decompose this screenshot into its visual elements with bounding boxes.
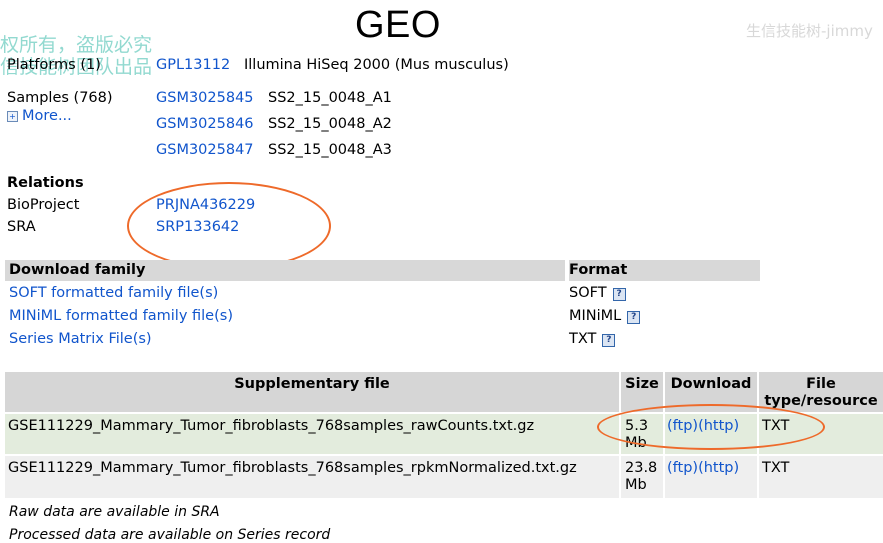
relations-heading: Relations: [7, 175, 84, 191]
more-link[interactable]: More...: [22, 108, 72, 124]
page-title: GEO: [355, 4, 441, 46]
sample-link[interactable]: GSM3025845: [156, 90, 254, 106]
file-type: TXT: [759, 414, 883, 454]
sra-label: SRA: [7, 219, 36, 235]
sample-description: SS2_15_0048_A2: [268, 116, 392, 132]
format-column-header: Format: [569, 262, 628, 278]
platforms-label: Platforms (1): [7, 57, 101, 73]
download-family-header: Download family Format: [5, 260, 760, 281]
processed-data-note: Processed data are available on Series r…: [9, 527, 331, 543]
format-value: TXT: [569, 331, 597, 347]
download-family-column-header: Download family: [9, 262, 146, 278]
soft-family-link[interactable]: SOFT formatted family file(s): [9, 285, 218, 301]
supplementary-header: Supplementary file Size Download File ty…: [5, 372, 883, 412]
watermark-right: 生信技能树-jimmy: [746, 22, 873, 40]
miniml-family-link[interactable]: MINiML formatted family file(s): [9, 308, 233, 324]
series-matrix-link[interactable]: Series Matrix File(s): [9, 331, 152, 347]
bioproject-link[interactable]: PRJNA436229: [156, 197, 255, 213]
file-size: 23.8 Mb: [621, 456, 663, 498]
raw-data-note: Raw data are available in SRA: [9, 504, 220, 520]
table-row: Series Matrix File(s) TXT?: [5, 329, 760, 350]
sample-description: SS2_15_0048_A3: [268, 142, 392, 158]
download-column-header: Download: [665, 372, 757, 412]
supplementary-file-column-header: Supplementary file: [5, 372, 619, 412]
supplementary-file-name: GSE111229_Mammary_Tumor_fibroblasts_768s…: [5, 414, 619, 454]
sra-link[interactable]: SRP133642: [156, 219, 239, 235]
supplementary-file-name: GSE111229_Mammary_Tumor_fibroblasts_768s…: [5, 456, 619, 498]
format-value: MINiML: [569, 308, 622, 324]
watermark-line-1: 权所有，盗版必究: [0, 34, 153, 56]
ftp-link[interactable]: (ftp): [667, 460, 698, 476]
help-icon[interactable]: ?: [612, 288, 626, 301]
table-row: GSE111229_Mammary_Tumor_fibroblasts_768s…: [5, 456, 883, 498]
samples-more[interactable]: + More...: [7, 108, 72, 124]
format-value: SOFT: [569, 285, 607, 301]
table-row: SOFT formatted family file(s) SOFT?: [5, 283, 760, 304]
help-icon[interactable]: ?: [602, 334, 616, 347]
format-cell: TXT?: [569, 331, 616, 347]
file-size: 5.3 Mb: [621, 414, 663, 454]
sample-link[interactable]: GSM3025847: [156, 142, 254, 158]
sample-description: SS2_15_0048_A1: [268, 90, 392, 106]
http-link[interactable]: (http): [698, 460, 739, 476]
platform-link[interactable]: GPL13112: [156, 57, 230, 73]
expand-plus-icon[interactable]: +: [7, 111, 18, 122]
file-type-column-header: File type/resource: [759, 372, 883, 412]
format-cell: SOFT?: [569, 285, 626, 301]
samples-label: Samples (768): [7, 90, 113, 106]
ftp-link[interactable]: (ftp): [667, 418, 698, 434]
table-row: GSE111229_Mammary_Tumor_fibroblasts_768s…: [5, 414, 883, 454]
file-type: TXT: [759, 456, 883, 498]
platform-description: Illumina HiSeq 2000 (Mus musculus): [244, 57, 509, 73]
download-links: (ftp)(http): [665, 456, 757, 498]
table-row: MINiML formatted family file(s) MINiML?: [5, 306, 760, 327]
help-icon[interactable]: ?: [627, 311, 641, 324]
download-links: (ftp)(http): [665, 414, 757, 454]
http-link[interactable]: (http): [698, 418, 739, 434]
bioproject-label: BioProject: [7, 197, 80, 213]
sample-link[interactable]: GSM3025846: [156, 116, 254, 132]
format-cell: MINiML?: [569, 308, 641, 324]
size-column-header: Size: [621, 372, 663, 412]
